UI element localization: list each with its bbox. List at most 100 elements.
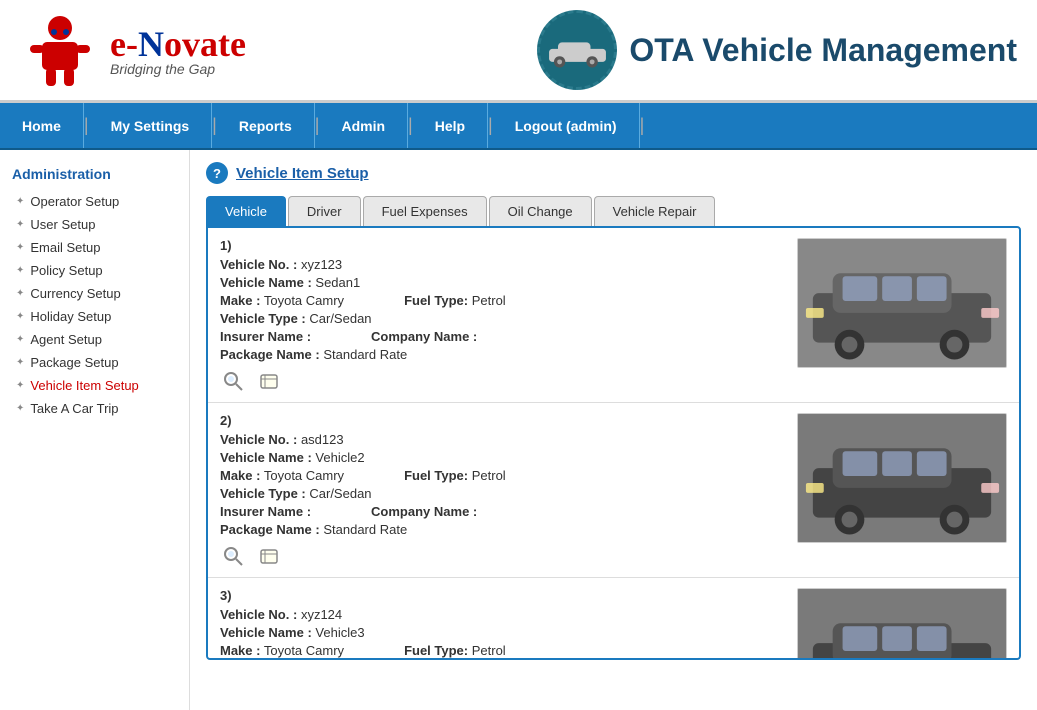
vehicle-image-2 [797, 413, 1007, 543]
sidebar-item-label: Email Setup [30, 240, 100, 255]
vehicle-number-3: 3) [220, 588, 785, 603]
logo-right: OTA Vehicle Management [537, 10, 1017, 90]
sidebar-item-label: User Setup [30, 217, 95, 232]
car-photo-3 [798, 588, 1006, 658]
logo-person-icon [20, 10, 100, 90]
sidebar-dot-icon: ✦ [16, 357, 24, 368]
vehicle-actions-2 [220, 543, 785, 569]
logo-text: e-Novate Bridging the Gap [110, 23, 246, 77]
company-field-2: Company Name : [371, 504, 477, 519]
navbar: Home | My Settings | Reports | Admin | H… [0, 103, 1037, 150]
nav-help[interactable]: Help [413, 103, 488, 148]
sidebar-dot-icon: ✦ [16, 380, 24, 391]
car-logo-icon [545, 33, 610, 68]
help-icon[interactable]: ? [206, 162, 228, 184]
edit-icon-1[interactable] [256, 368, 282, 394]
vehicle-no-field-1: Vehicle No. : xyz123 [220, 257, 342, 272]
ota-logo-circle [537, 10, 617, 90]
vehicle-info-2: 2) Vehicle No. : asd123 Vehicle Name : V… [220, 413, 785, 569]
package-field-1: Package Name : Standard Rate [220, 347, 407, 362]
logo-tagline: Bridging the Gap [110, 61, 246, 77]
sidebar-item-policy-setup[interactable]: ✦ Policy Setup [0, 259, 189, 282]
table-row: 2) Vehicle No. : asd123 Vehicle Name : V… [208, 403, 1019, 578]
search-icon-2[interactable] [220, 543, 246, 569]
vehicle-number-1: 1) [220, 238, 785, 253]
sidebar: Administration ✦ Operator Setup ✦ User S… [0, 150, 190, 710]
edit-icon-2[interactable] [256, 543, 282, 569]
nav-reports[interactable]: Reports [217, 103, 315, 148]
sidebar-dot-icon: ✦ [16, 265, 24, 276]
make-field-1: Make : Toyota Camry [220, 293, 344, 308]
insurer-field-2: Insurer Name : [220, 504, 311, 519]
make-field-2: Make : Toyota Camry [220, 468, 344, 483]
sidebar-dot-icon: ✦ [16, 196, 24, 207]
nav-admin[interactable]: Admin [319, 103, 408, 148]
sidebar-item-holiday-setup[interactable]: ✦ Holiday Setup [0, 305, 189, 328]
sidebar-dot-icon: ✦ [16, 334, 24, 345]
app-title: OTA Vehicle Management [629, 32, 1017, 69]
company-field-1: Company Name : [371, 329, 477, 344]
vehicle-name-field-1: Vehicle Name : Sedan1 [220, 275, 360, 290]
sidebar-dot-icon: ✦ [16, 403, 24, 414]
sidebar-item-label: Currency Setup [30, 286, 120, 301]
sidebar-item-vehicle-item-setup[interactable]: ✦ Vehicle Item Setup [0, 374, 189, 397]
vehicle-list-scroll[interactable]: 1) Vehicle No. : xyz123 Vehicle Name : S… [208, 228, 1019, 658]
sidebar-dot-icon: ✦ [16, 242, 24, 253]
sidebar-item-label: Package Setup [30, 355, 118, 370]
sidebar-item-operator-setup[interactable]: ✦ Operator Setup [0, 190, 189, 213]
tab-fuel-expenses[interactable]: Fuel Expenses [363, 196, 487, 226]
vehicle-info-3: 3) Vehicle No. : xyz124 Vehicle Name : V… [220, 588, 785, 658]
table-row: 1) Vehicle No. : xyz123 Vehicle Name : S… [208, 228, 1019, 403]
fuel-type-field-1: Fuel Type: Petrol [404, 293, 506, 308]
header: e-Novate Bridging the Gap OTA Vehicle Ma… [0, 0, 1037, 103]
sidebar-item-label: Vehicle Item Setup [30, 378, 138, 393]
make-field-3: Make : Toyota Camry [220, 643, 344, 658]
fuel-type-field-2: Fuel Type: Petrol [404, 468, 506, 483]
vehicle-no-field-2: Vehicle No. : asd123 [220, 432, 344, 447]
vehicle-number-2: 2) [220, 413, 785, 428]
tab-vehicle-repair[interactable]: Vehicle Repair [594, 196, 716, 226]
vehicle-image-1 [797, 238, 1007, 368]
content-area: ? Vehicle Item Setup Vehicle Driver Fuel… [190, 150, 1037, 710]
vehicle-actions-1 [220, 368, 785, 394]
sidebar-dot-icon: ✦ [16, 311, 24, 322]
sidebar-item-label: Take A Car Trip [30, 401, 118, 416]
sidebar-dot-icon: ✦ [16, 219, 24, 230]
package-field-2: Package Name : Standard Rate [220, 522, 407, 537]
nav-my-settings[interactable]: My Settings [89, 103, 213, 148]
logo-name: e-Novate [110, 23, 246, 65]
logo-left: e-Novate Bridging the Gap [20, 10, 246, 90]
vehicle-image-3 [797, 588, 1007, 658]
sidebar-dot-icon: ✦ [16, 288, 24, 299]
sidebar-item-label: Operator Setup [30, 194, 119, 209]
vehicle-list-container: 1) Vehicle No. : xyz123 Vehicle Name : S… [206, 226, 1021, 660]
vehicle-info-1: 1) Vehicle No. : xyz123 Vehicle Name : S… [220, 238, 785, 394]
sidebar-item-label: Policy Setup [30, 263, 102, 278]
fuel-type-field-3: Fuel Type: Petrol [404, 643, 506, 658]
car-photo-1 [798, 238, 1006, 368]
sidebar-item-email-setup[interactable]: ✦ Email Setup [0, 236, 189, 259]
tab-vehicle[interactable]: Vehicle [206, 196, 286, 226]
sidebar-item-user-setup[interactable]: ✦ User Setup [0, 213, 189, 236]
nav-logout[interactable]: Logout (admin) [493, 103, 640, 148]
sidebar-item-label: Holiday Setup [30, 309, 111, 324]
nav-home[interactable]: Home [0, 103, 84, 148]
search-icon-1[interactable] [220, 368, 246, 394]
sidebar-item-take-a-car-trip[interactable]: ✦ Take A Car Trip [0, 397, 189, 420]
page-title-row: ? Vehicle Item Setup [206, 162, 1021, 184]
tab-oil-change[interactable]: Oil Change [489, 196, 592, 226]
tabs-row: Vehicle Driver Fuel Expenses Oil Change … [206, 196, 1021, 226]
vehicle-name-field-2: Vehicle Name : Vehicle2 [220, 450, 365, 465]
vehicle-type-field-2: Vehicle Type : Car/Sedan [220, 486, 372, 501]
page-title[interactable]: Vehicle Item Setup [236, 165, 369, 182]
sidebar-item-currency-setup[interactable]: ✦ Currency Setup [0, 282, 189, 305]
sidebar-item-package-setup[interactable]: ✦ Package Setup [0, 351, 189, 374]
sidebar-item-label: Agent Setup [30, 332, 102, 347]
vehicle-name-field-3: Vehicle Name : Vehicle3 [220, 625, 365, 640]
table-row: 3) Vehicle No. : xyz124 Vehicle Name : V… [208, 578, 1019, 658]
sidebar-title: Administration [0, 160, 189, 190]
main-layout: Administration ✦ Operator Setup ✦ User S… [0, 150, 1037, 710]
sidebar-item-agent-setup[interactable]: ✦ Agent Setup [0, 328, 189, 351]
tab-driver[interactable]: Driver [288, 196, 361, 226]
car-photo-2 [798, 413, 1006, 543]
